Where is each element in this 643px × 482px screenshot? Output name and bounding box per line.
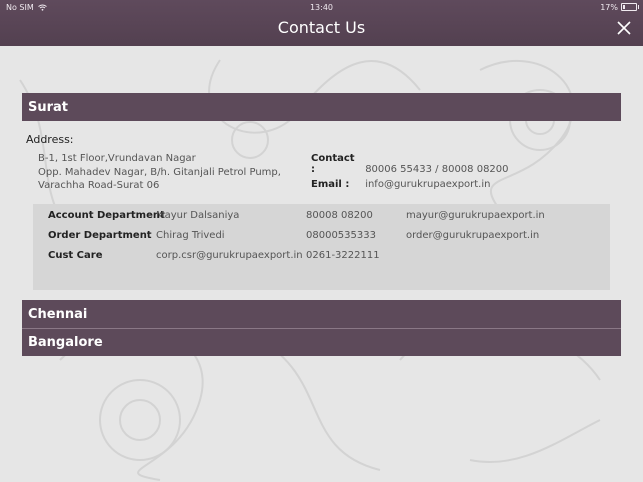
section-header-bangalore[interactable]: Bangalore bbox=[22, 328, 621, 356]
table-row: Account Department Mayur Dalsaniya 80008… bbox=[33, 210, 610, 230]
close-icon bbox=[617, 21, 631, 35]
table-row: Cust Care corp.csr@gurukrupaexport.in 02… bbox=[33, 250, 610, 270]
department-email-link[interactable]: mayur@gurukrupaexport.in bbox=[406, 210, 545, 221]
section-title-bangalore: Bangalore bbox=[28, 335, 103, 350]
email-row: Email : info@gurukrupaexport.in bbox=[311, 179, 490, 190]
status-time: 13:40 bbox=[309, 2, 334, 12]
email-label: Email : bbox=[311, 179, 350, 190]
section-header-surat[interactable]: Surat bbox=[22, 93, 621, 121]
department-person: Mayur Dalsaniya bbox=[156, 210, 240, 221]
department-name: Account Department bbox=[48, 210, 165, 221]
department-phone-link[interactable]: 0261-3222111 bbox=[306, 250, 380, 261]
battery-icon bbox=[621, 3, 639, 11]
address-line: B-1, 1st Floor,Vrundavan Nagar bbox=[38, 153, 196, 164]
page-title: Contact Us bbox=[277, 18, 366, 37]
address-line: Varachha Road-Surat 06 bbox=[38, 180, 160, 191]
department-name: Cust Care bbox=[48, 250, 103, 261]
battery-fill bbox=[623, 5, 625, 9]
department-phone-link[interactable]: 08000535333 bbox=[306, 230, 376, 241]
department-phone-link[interactable]: 80008 08200 bbox=[306, 210, 373, 221]
department-email-link[interactable]: order@gurukrupaexport.in bbox=[406, 230, 539, 241]
email-link[interactable]: info@gurukrupaexport.in bbox=[365, 179, 490, 190]
close-button[interactable] bbox=[615, 19, 633, 37]
contact-phone-link[interactable]: 80006 55433 / 80008 08200 bbox=[365, 164, 508, 175]
section-title-surat: Surat bbox=[28, 99, 69, 115]
contact-row: Contact : 80006 55433 / 80008 08200 bbox=[311, 153, 509, 175]
contact-label: Contact : bbox=[311, 153, 355, 175]
table-row: Order Department Chirag Trivedi 08000535… bbox=[33, 230, 610, 250]
address-label: Address: bbox=[26, 133, 74, 146]
section-header-chennai[interactable]: Chennai bbox=[22, 300, 621, 328]
section-title-chennai: Chennai bbox=[28, 306, 88, 322]
department-table: Account Department Mayur Dalsaniya 80008… bbox=[33, 204, 610, 290]
department-email-link[interactable]: corp.csr@gurukrupaexport.in bbox=[156, 250, 303, 261]
address-line: Opp. Mahadev Nagar, B/h. Gitanjali Petro… bbox=[38, 166, 281, 178]
department-name: Order Department bbox=[48, 230, 152, 241]
address-block: B-1, 1st Floor,Vrundavan Nagar Opp. Maha… bbox=[38, 152, 281, 193]
department-person: Chirag Trivedi bbox=[156, 230, 225, 241]
status-bar: No SIM 13:40 17% bbox=[0, 0, 643, 14]
